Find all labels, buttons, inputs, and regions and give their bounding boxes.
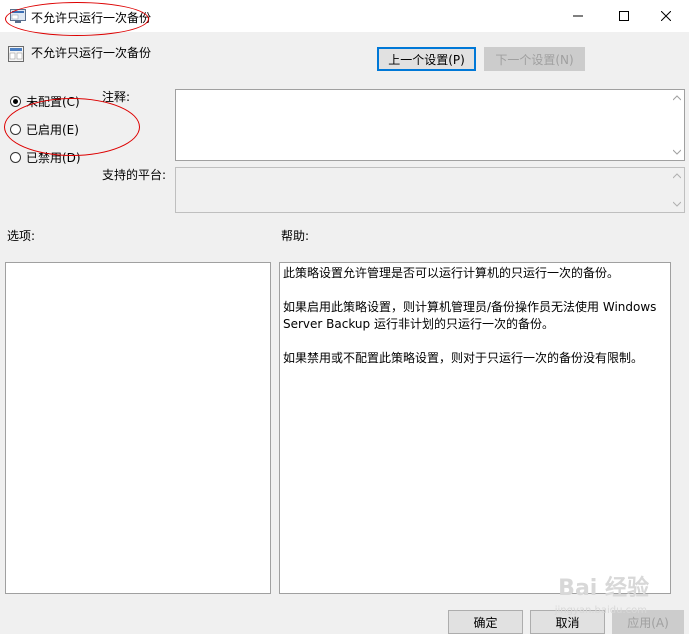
radio-not-configured[interactable]: 未配置(C) (10, 93, 80, 110)
window-title: 不允许只运行一次备份 (31, 11, 152, 25)
comment-scrollbar[interactable] (670, 90, 684, 160)
policy-icon (10, 9, 26, 23)
previous-setting-button[interactable]: 上一个设置(P) (377, 47, 476, 71)
help-paragraph: 如果启用此策略设置，则计算机管理员/备份操作员无法使用 Windows Serv… (283, 300, 657, 331)
help-text: 此策略设置允许管理是否可以运行计算机的只运行一次的备份。 如果启用此策略设置，则… (280, 263, 670, 367)
radio-indicator[interactable] (10, 152, 21, 163)
maximize-button[interactable] (601, 0, 647, 32)
watermark-url: jingyan.baidu.com (554, 605, 647, 616)
options-label: 选项: (7, 229, 36, 243)
options-pane (5, 262, 271, 594)
minimize-icon (573, 15, 583, 17)
ok-button[interactable]: 确定 (448, 610, 523, 634)
help-paragraph: 如果禁用或不配置此策略设置，则对于只运行一次的备份没有限制。 (283, 351, 644, 365)
radio-label: 已启用(E) (26, 123, 79, 137)
radio-label: 未配置(C) (26, 95, 80, 109)
minimize-button[interactable] (555, 0, 601, 32)
scroll-up-icon[interactable] (673, 95, 681, 101)
platform-scrollbar[interactable] (670, 168, 684, 212)
maximize-icon (619, 11, 629, 21)
watermark-logo: Bai 经验 (558, 576, 649, 601)
radio-indicator[interactable] (10, 96, 21, 107)
radio-disabled[interactable]: 已禁用(D) (10, 149, 81, 166)
radio-enabled[interactable]: 已启用(E) (10, 121, 79, 138)
radio-label: 已禁用(D) (26, 151, 81, 165)
platform-label: 支持的平台: (102, 168, 167, 182)
help-paragraph: 此策略设置允许管理是否可以运行计算机的只运行一次的备份。 (283, 266, 620, 280)
scroll-up-icon[interactable] (673, 173, 681, 179)
radio-indicator[interactable] (10, 124, 21, 135)
scroll-down-icon[interactable] (673, 201, 681, 207)
close-icon (661, 11, 671, 21)
scroll-down-icon[interactable] (673, 149, 681, 155)
comment-label: 注释: (102, 90, 131, 104)
close-button[interactable] (643, 0, 689, 32)
setting-icon (8, 46, 24, 62)
next-setting-button[interactable]: 下一个设置(N) (484, 47, 585, 71)
platform-field (175, 167, 685, 213)
help-label: 帮助: (281, 229, 310, 243)
help-pane: 此策略设置允许管理是否可以运行计算机的只运行一次的备份。 如果启用此策略设置，则… (279, 262, 671, 594)
comment-textarea[interactable] (175, 89, 685, 161)
policy-name: 不允许只运行一次备份 (31, 46, 152, 60)
